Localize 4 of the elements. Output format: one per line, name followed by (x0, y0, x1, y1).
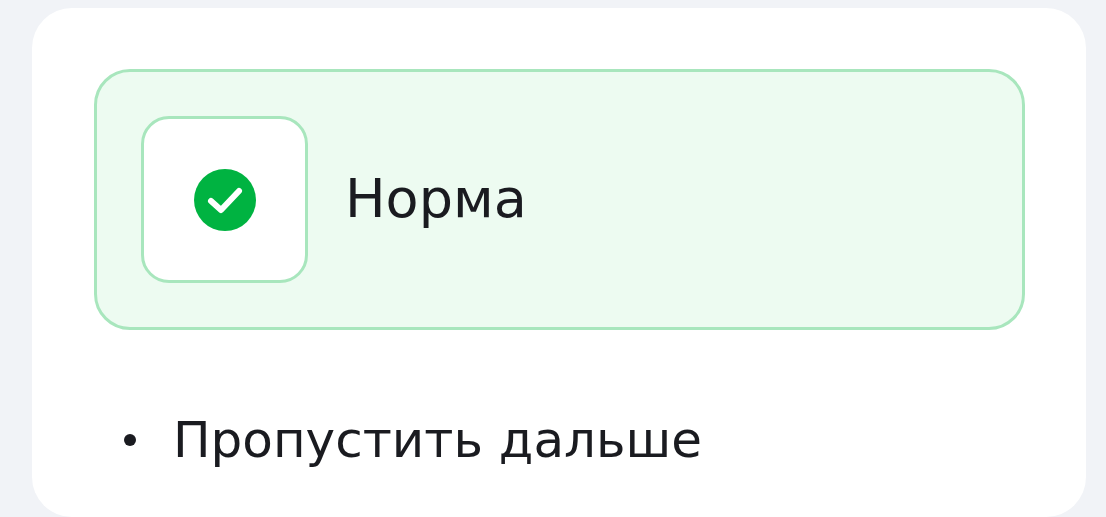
bullet-icon (124, 434, 136, 446)
action-text: Пропустить дальше (173, 410, 702, 470)
status-label: Норма (345, 167, 527, 232)
check-circle-icon (193, 168, 256, 231)
